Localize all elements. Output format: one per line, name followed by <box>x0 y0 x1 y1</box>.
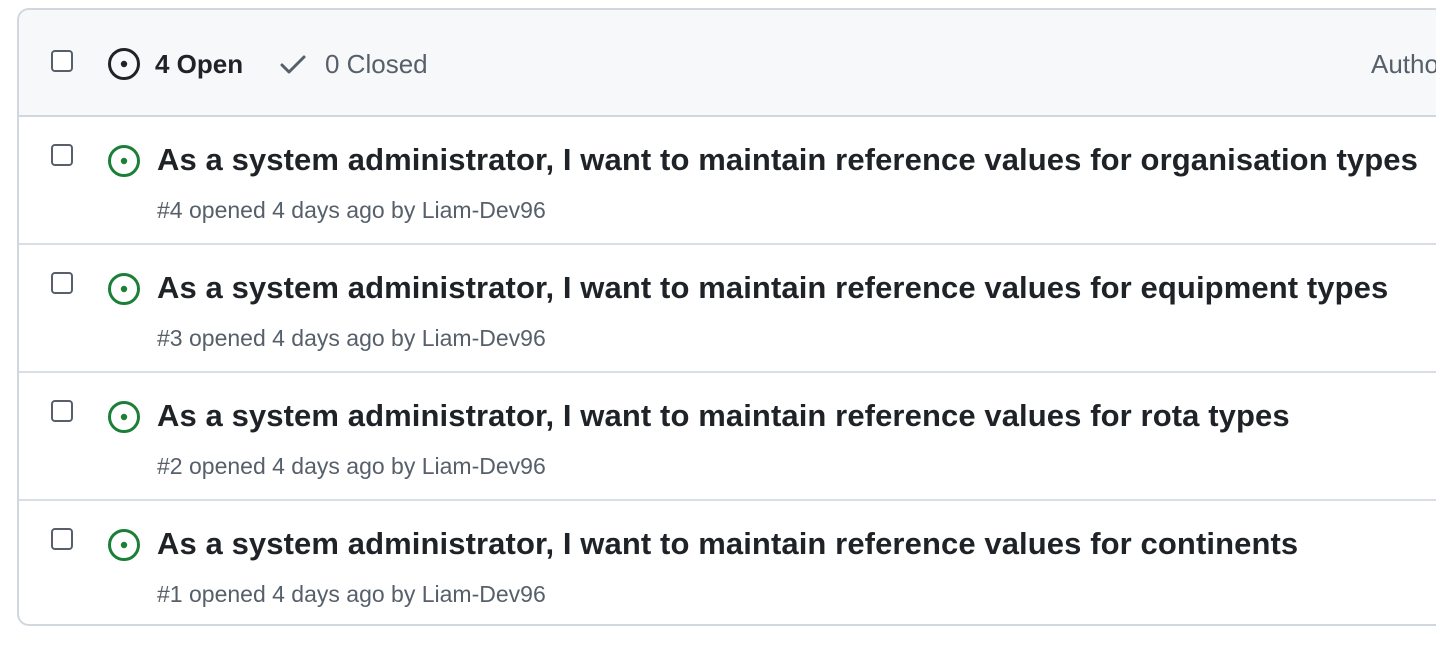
issue-number: #2 <box>157 453 183 479</box>
author-filter-label: Author <box>1371 48 1436 79</box>
issue-opened-icon <box>108 529 140 561</box>
open-count-label: 4 Open <box>155 48 244 79</box>
select-all-checkbox[interactable] <box>51 50 73 72</box>
issue-row: As a system administrator, I want to mai… <box>19 373 1436 501</box>
issue-author-link[interactable]: Liam-Dev96 <box>422 197 546 223</box>
issue-meta: #1 opened 4 days ago by Liam-Dev96 <box>157 581 546 608</box>
issue-select-checkbox[interactable] <box>51 528 73 550</box>
issue-opened-icon <box>108 273 140 305</box>
issue-title-link[interactable]: As a system administrator, I want to mai… <box>157 398 1290 434</box>
closed-count-label: 0 Closed <box>325 48 428 79</box>
check-icon <box>280 55 306 74</box>
issues-list-header: 4 Open 0 Closed Author <box>19 10 1436 117</box>
issue-opened-text: opened 4 days ago by <box>188 325 416 351</box>
issue-author-link[interactable]: Liam-Dev96 <box>422 325 546 351</box>
issue-opened-text: opened 4 days ago by <box>188 453 416 479</box>
issue-author-link[interactable]: Liam-Dev96 <box>422 581 546 607</box>
issue-opened-icon <box>108 145 140 177</box>
issue-opened-text: opened 4 days ago by <box>188 197 416 223</box>
issue-select-checkbox[interactable] <box>51 272 73 294</box>
issue-number: #4 <box>157 197 183 223</box>
issue-number: #1 <box>157 581 183 607</box>
issue-meta: #4 opened 4 days ago by Liam-Dev96 <box>157 197 546 224</box>
issue-title-link[interactable]: As a system administrator, I want to mai… <box>157 526 1298 562</box>
open-issues-filter[interactable]: 4 Open <box>107 46 243 82</box>
issue-title-link[interactable]: As a system administrator, I want to mai… <box>157 142 1418 178</box>
author-filter-dropdown[interactable]: Author <box>1371 46 1436 82</box>
issue-select-checkbox[interactable] <box>51 144 73 166</box>
issue-opened-icon <box>108 48 140 80</box>
issue-opened-icon <box>108 401 140 433</box>
issue-opened-text: opened 4 days ago by <box>188 581 416 607</box>
issue-author-link[interactable]: Liam-Dev96 <box>422 453 546 479</box>
issue-select-checkbox[interactable] <box>51 400 73 422</box>
issue-meta: #3 opened 4 days ago by Liam-Dev96 <box>157 325 546 352</box>
issue-row: As a system administrator, I want to mai… <box>19 501 1436 624</box>
issue-number: #3 <box>157 325 183 351</box>
issue-meta: #2 opened 4 days ago by Liam-Dev96 <box>157 453 546 480</box>
issues-list: 4 Open 0 Closed Author As a system admin… <box>17 8 1436 626</box>
issue-title-link[interactable]: As a system administrator, I want to mai… <box>157 270 1388 306</box>
issue-row: As a system administrator, I want to mai… <box>19 117 1436 245</box>
issue-row: As a system administrator, I want to mai… <box>19 245 1436 373</box>
closed-issues-filter[interactable]: 0 Closed <box>279 46 428 82</box>
